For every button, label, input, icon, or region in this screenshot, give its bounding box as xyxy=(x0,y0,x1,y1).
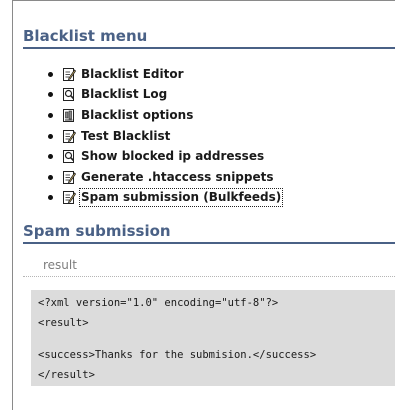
page-frame-left xyxy=(12,0,13,410)
options-icon xyxy=(62,108,76,123)
bullet xyxy=(48,112,53,118)
edit-icon xyxy=(62,67,76,82)
edit-icon xyxy=(62,190,76,205)
magnifier-icon xyxy=(62,149,76,164)
bullet xyxy=(48,154,53,160)
menu-item-blacklist-options[interactable]: Blacklist options xyxy=(48,105,281,126)
menu-item-generate-htaccess[interactable]: Generate .htaccess snippets xyxy=(48,167,281,188)
blacklist-menu-list: Blacklist Editor Blacklist Log Blacklist… xyxy=(48,64,284,209)
menu-item-label: Show blocked ip addresses xyxy=(81,149,265,164)
bullet xyxy=(48,174,53,180)
menu-item-blacklist-editor[interactable]: Blacklist Editor xyxy=(48,64,281,85)
blacklist-menu-title: Blacklist menu xyxy=(23,26,395,49)
menu-item-spam-submission[interactable]: Spam submission (Bulkfeeds) xyxy=(48,188,284,209)
bullet xyxy=(48,133,53,139)
menu-item-label: Spam submission (Bulkfeeds) xyxy=(78,188,284,208)
code-line: <?xml version="1.0" encoding="utf-8"?> xyxy=(38,297,279,309)
menu-item-label: Blacklist Log xyxy=(81,87,168,102)
code-line: <result> xyxy=(38,317,89,329)
code-line: <success>Thanks for the submision.</succ… xyxy=(38,349,317,361)
result-tab-label: result xyxy=(43,258,77,272)
menu-item-test-blacklist[interactable]: Test Blacklist xyxy=(48,126,281,147)
code-line: </result> xyxy=(38,369,95,381)
result-tab-bar: result xyxy=(23,248,395,277)
page-frame-top xyxy=(12,0,395,1)
bullet xyxy=(48,71,53,77)
menu-item-label: Test Blacklist xyxy=(81,128,171,143)
edit-icon xyxy=(62,129,76,144)
menu-item-label: Blacklist options xyxy=(81,107,194,122)
menu-item-show-blocked-ip[interactable]: Show blocked ip addresses xyxy=(48,146,281,167)
bullet xyxy=(48,195,53,201)
menu-item-label: Blacklist Editor xyxy=(81,66,184,81)
edit-icon xyxy=(62,170,76,185)
menu-item-blacklist-log[interactable]: Blacklist Log xyxy=(48,85,281,106)
menu-item-label: Generate .htaccess snippets xyxy=(81,169,274,184)
magnifier-icon xyxy=(62,87,76,102)
bullet xyxy=(48,92,53,98)
spam-submission-title: Spam submission xyxy=(23,221,395,244)
result-code-block: <?xml version="1.0" encoding="utf-8"?> <… xyxy=(31,290,395,386)
